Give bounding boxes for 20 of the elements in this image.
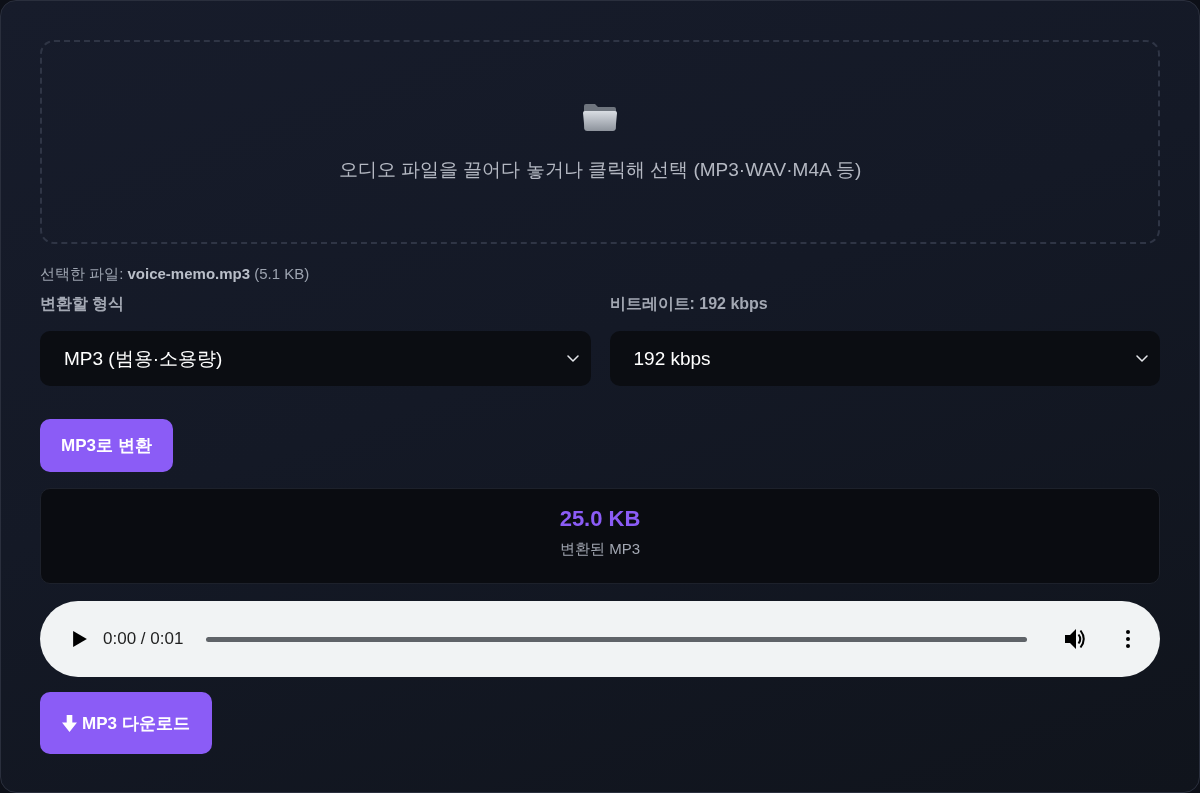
download-button[interactable]: MP3 다운로드 (40, 692, 212, 754)
bitrate-select[interactable]: 192 kbps (609, 331, 1160, 386)
format-label: 변환할 형식 (40, 294, 125, 314)
bitrate-label: 비트레이트: 192 kbps (609, 294, 768, 314)
seek-track[interactable] (206, 636, 1027, 642)
drop-prompt: 오디오 파일을 끌어다 놓거나 클릭해 선택 (MP3·WAV·M4A 등) (338, 158, 862, 182)
convert-button[interactable]: MP3로 변환 (40, 419, 173, 472)
volume-icon[interactable] (1065, 629, 1087, 649)
playback-time: 0:00 / 0:01 (103, 629, 184, 649)
download-arrow-icon (62, 714, 77, 732)
play-icon[interactable] (73, 631, 87, 647)
output-size: 25.0 KB (559, 505, 641, 533)
selected-file-text: 선택한 파일: voice-memo.mp3 (5.1 KB) (40, 264, 310, 284)
output-caption: 변환된 MP3 (560, 539, 640, 559)
drop-zone[interactable]: 오디오 파일을 끌어다 놓거나 클릭해 선택 (MP3·WAV·M4A 등) (40, 40, 1160, 244)
more-options-icon[interactable] (1126, 630, 1130, 648)
format-select[interactable]: MP3 (범용·소용량) (40, 331, 591, 386)
folder-icon (582, 102, 618, 132)
chevron-down-icon (566, 355, 579, 362)
chevron-down-icon (1136, 355, 1148, 362)
